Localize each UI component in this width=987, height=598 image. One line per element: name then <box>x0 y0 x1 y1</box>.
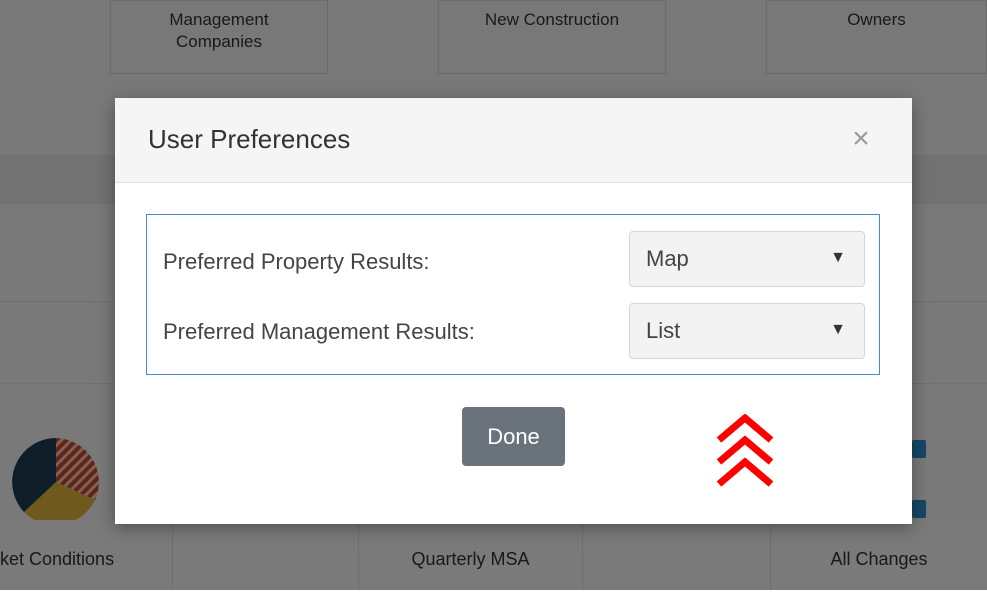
preferred-property-results-select[interactable]: Map ▼ <box>629 231 865 287</box>
preferred-property-results-label: Preferred Property Results: <box>163 249 430 274</box>
dialog-title: User Preferences <box>148 124 351 154</box>
preferences-form: Preferred Property Results: Map ▼ Prefer… <box>146 214 880 375</box>
close-icon: × <box>852 122 870 155</box>
caret-down-icon: ▼ <box>830 321 846 338</box>
user-preferences-dialog: User Preferences × Preferred Property Re… <box>115 98 912 524</box>
close-button[interactable]: × <box>848 124 874 154</box>
dialog-header: User Preferences × <box>115 98 912 183</box>
select-value: Map <box>646 246 689 271</box>
select-value: List <box>646 318 681 343</box>
preferred-management-results-label: Preferred Management Results: <box>163 319 475 344</box>
preferred-management-results-select[interactable]: List ▼ <box>629 303 865 359</box>
done-button[interactable]: Done <box>462 407 565 466</box>
caret-down-icon: ▼ <box>830 249 846 266</box>
page-bottom-edge <box>0 590 987 598</box>
chevron-up-icon <box>716 414 774 487</box>
